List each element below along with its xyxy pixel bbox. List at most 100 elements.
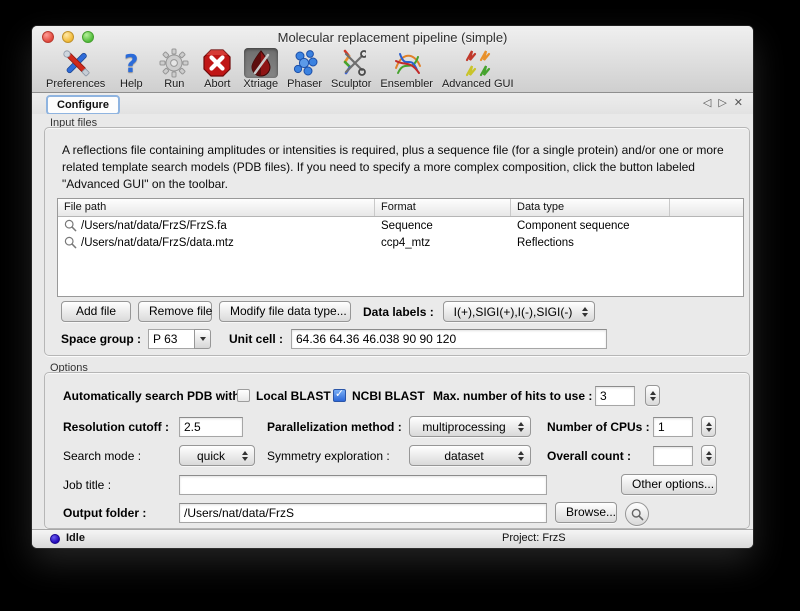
symmetry-exploration-dropdown[interactable]: dataset	[409, 445, 531, 466]
toolbar-item-advanced-gui[interactable]: Advanced GUI	[442, 48, 514, 90]
magnifier-icon	[64, 219, 77, 232]
browse-button[interactable]: Browse...	[555, 502, 617, 523]
resolution-cutoff-input[interactable]	[179, 417, 243, 437]
popup-arrows-icon	[514, 422, 530, 432]
space-group-input[interactable]	[148, 329, 194, 349]
project-label: Project: FrzS	[502, 532, 566, 544]
column-header-spacer	[670, 199, 743, 216]
toolbar-label: Sculptor	[331, 78, 371, 90]
toolbar-label: Xtriage	[243, 78, 278, 90]
number-of-cpus-stepper[interactable]	[701, 416, 716, 437]
magnifier-icon	[631, 508, 644, 521]
search-mode-dropdown[interactable]: quick	[179, 445, 255, 466]
format-cell: ccp4_mtz	[375, 237, 511, 249]
toolbar-item-sculptor[interactable]: Sculptor	[331, 48, 371, 90]
toolbar-item-ensembler[interactable]: Ensembler	[380, 48, 433, 90]
number-of-cpus-input[interactable]	[653, 417, 693, 437]
content-area: Input files A reflections file containin…	[32, 114, 753, 530]
output-folder-label: Output folder :	[63, 502, 146, 524]
toolbar-label: Run	[164, 78, 184, 90]
column-header-file-path[interactable]: File path	[58, 199, 375, 216]
title-bar[interactable]: Molecular replacement pipeline (simple)	[32, 26, 753, 48]
tab-navigation: ◁ ▷ ✕	[703, 96, 743, 110]
phaser-icon	[288, 48, 322, 78]
output-folder-input[interactable]	[179, 503, 547, 523]
file-path-cell: /Users/nat/data/FrzS/FrzS.fa	[81, 220, 227, 232]
auto-search-pdb-label: Automatically search PDB with :	[63, 385, 247, 407]
file-table-header[interactable]: File path Format Data type	[58, 199, 743, 217]
file-path-cell: /Users/nat/data/FrzS/data.mtz	[81, 237, 234, 249]
modify-file-data-type-button[interactable]: Modify file data type...	[219, 301, 351, 322]
job-title-label: Job title :	[63, 474, 111, 496]
help-icon: ?	[114, 48, 148, 78]
window-chrome: Molecular replacement pipeline (simple) …	[32, 26, 753, 93]
other-options-button[interactable]: Other options...	[621, 474, 717, 495]
search-folder-button[interactable]	[625, 502, 649, 526]
max-hits-input[interactable]	[595, 386, 635, 406]
tab-prev-icon[interactable]: ◁	[703, 96, 711, 110]
status-indicator-icon	[50, 534, 60, 544]
window-title: Molecular replacement pipeline (simple)	[32, 30, 753, 45]
toolbar-item-xtriage[interactable]: Xtriage	[243, 48, 278, 90]
toolbar-label: Abort	[204, 78, 230, 90]
app-window: Molecular replacement pipeline (simple) …	[32, 26, 753, 548]
overall-count-label: Overall count :	[547, 445, 631, 467]
options-groupbox: Automatically search PDB with : ✓ Local …	[44, 372, 750, 529]
max-hits-stepper[interactable]	[645, 385, 660, 406]
combo-dropdown-button[interactable]	[194, 329, 211, 349]
xtriage-icon	[244, 48, 278, 78]
abort-icon	[200, 48, 234, 78]
parallelization-method-dropdown[interactable]: multiprocessing	[409, 416, 531, 437]
data-labels-dropdown[interactable]: I(+),SIGI(+),I(-),SIGI(-)	[443, 301, 595, 322]
resolution-cutoff-label: Resolution cutoff :	[63, 416, 169, 438]
tab-bar: Configure ◁ ▷ ✕	[32, 93, 753, 115]
toolbar-item-run[interactable]: Run	[157, 48, 191, 90]
local-blast-checkbox[interactable]: ✓	[237, 389, 250, 402]
overall-count-input[interactable]	[653, 446, 693, 466]
toolbar-item-preferences[interactable]: Preferences	[46, 48, 105, 90]
data-type-cell: Component sequence	[511, 220, 670, 232]
status-bar: Idle Project: FrzS	[32, 529, 753, 548]
toolbar-label: Ensembler	[380, 78, 433, 90]
popup-arrows-icon	[514, 451, 530, 461]
ensembler-icon	[390, 48, 424, 78]
remove-file-button[interactable]: Remove file	[138, 301, 212, 322]
ncbi-blast-checkbox[interactable]: ✓	[333, 389, 346, 402]
toolbar-item-abort[interactable]: Abort	[200, 48, 234, 90]
tools-icon	[59, 48, 93, 78]
popup-arrows-icon	[238, 451, 254, 461]
add-file-button[interactable]: Add file	[61, 301, 131, 322]
toolbar-label: Phaser	[287, 78, 322, 90]
max-hits-label: Max. number of hits to use :	[433, 385, 592, 407]
number-of-cpus-label: Number of CPUs :	[547, 416, 650, 438]
toolbar-item-help[interactable]: ? Help	[114, 48, 148, 90]
unit-cell-label: Unit cell :	[229, 328, 283, 350]
advanced-gui-icon	[461, 48, 495, 78]
job-title-input[interactable]	[179, 475, 547, 495]
magnifier-icon	[64, 236, 77, 249]
file-table[interactable]: File path Format Data type /Users/nat/da…	[57, 198, 744, 297]
input-files-description: A reflections file containing amplitudes…	[62, 142, 730, 193]
search-mode-label: Search mode :	[63, 445, 141, 467]
parallelization-method-label: Parallelization method :	[267, 416, 402, 438]
check-icon: ✓	[335, 389, 344, 400]
input-files-groupbox: A reflections file containing amplitudes…	[44, 127, 750, 356]
symmetry-exploration-label: Symmetry exploration :	[267, 445, 390, 467]
column-header-data-type[interactable]: Data type	[511, 199, 670, 216]
tab-configure[interactable]: Configure	[46, 95, 120, 115]
local-blast-label: Local BLAST	[256, 385, 331, 407]
table-row[interactable]: /Users/nat/data/FrzS/data.mtz ccp4_mtz R…	[58, 234, 743, 251]
data-type-cell: Reflections	[511, 237, 670, 249]
format-cell: Sequence	[375, 220, 511, 232]
table-row[interactable]: /Users/nat/data/FrzS/FrzS.fa Sequence Co…	[58, 217, 743, 234]
sculptor-icon	[334, 48, 368, 78]
unit-cell-input[interactable]	[291, 329, 607, 349]
toolbar: Preferences ? Help	[46, 48, 749, 92]
tab-next-icon[interactable]: ▷	[718, 96, 726, 110]
column-header-format[interactable]: Format	[375, 199, 511, 216]
space-group-combobox[interactable]	[148, 329, 211, 349]
overall-count-stepper[interactable]	[701, 445, 716, 466]
toolbar-item-phaser[interactable]: Phaser	[287, 48, 322, 90]
tab-close-icon[interactable]: ✕	[734, 96, 743, 110]
data-labels-label: Data labels :	[363, 301, 434, 323]
